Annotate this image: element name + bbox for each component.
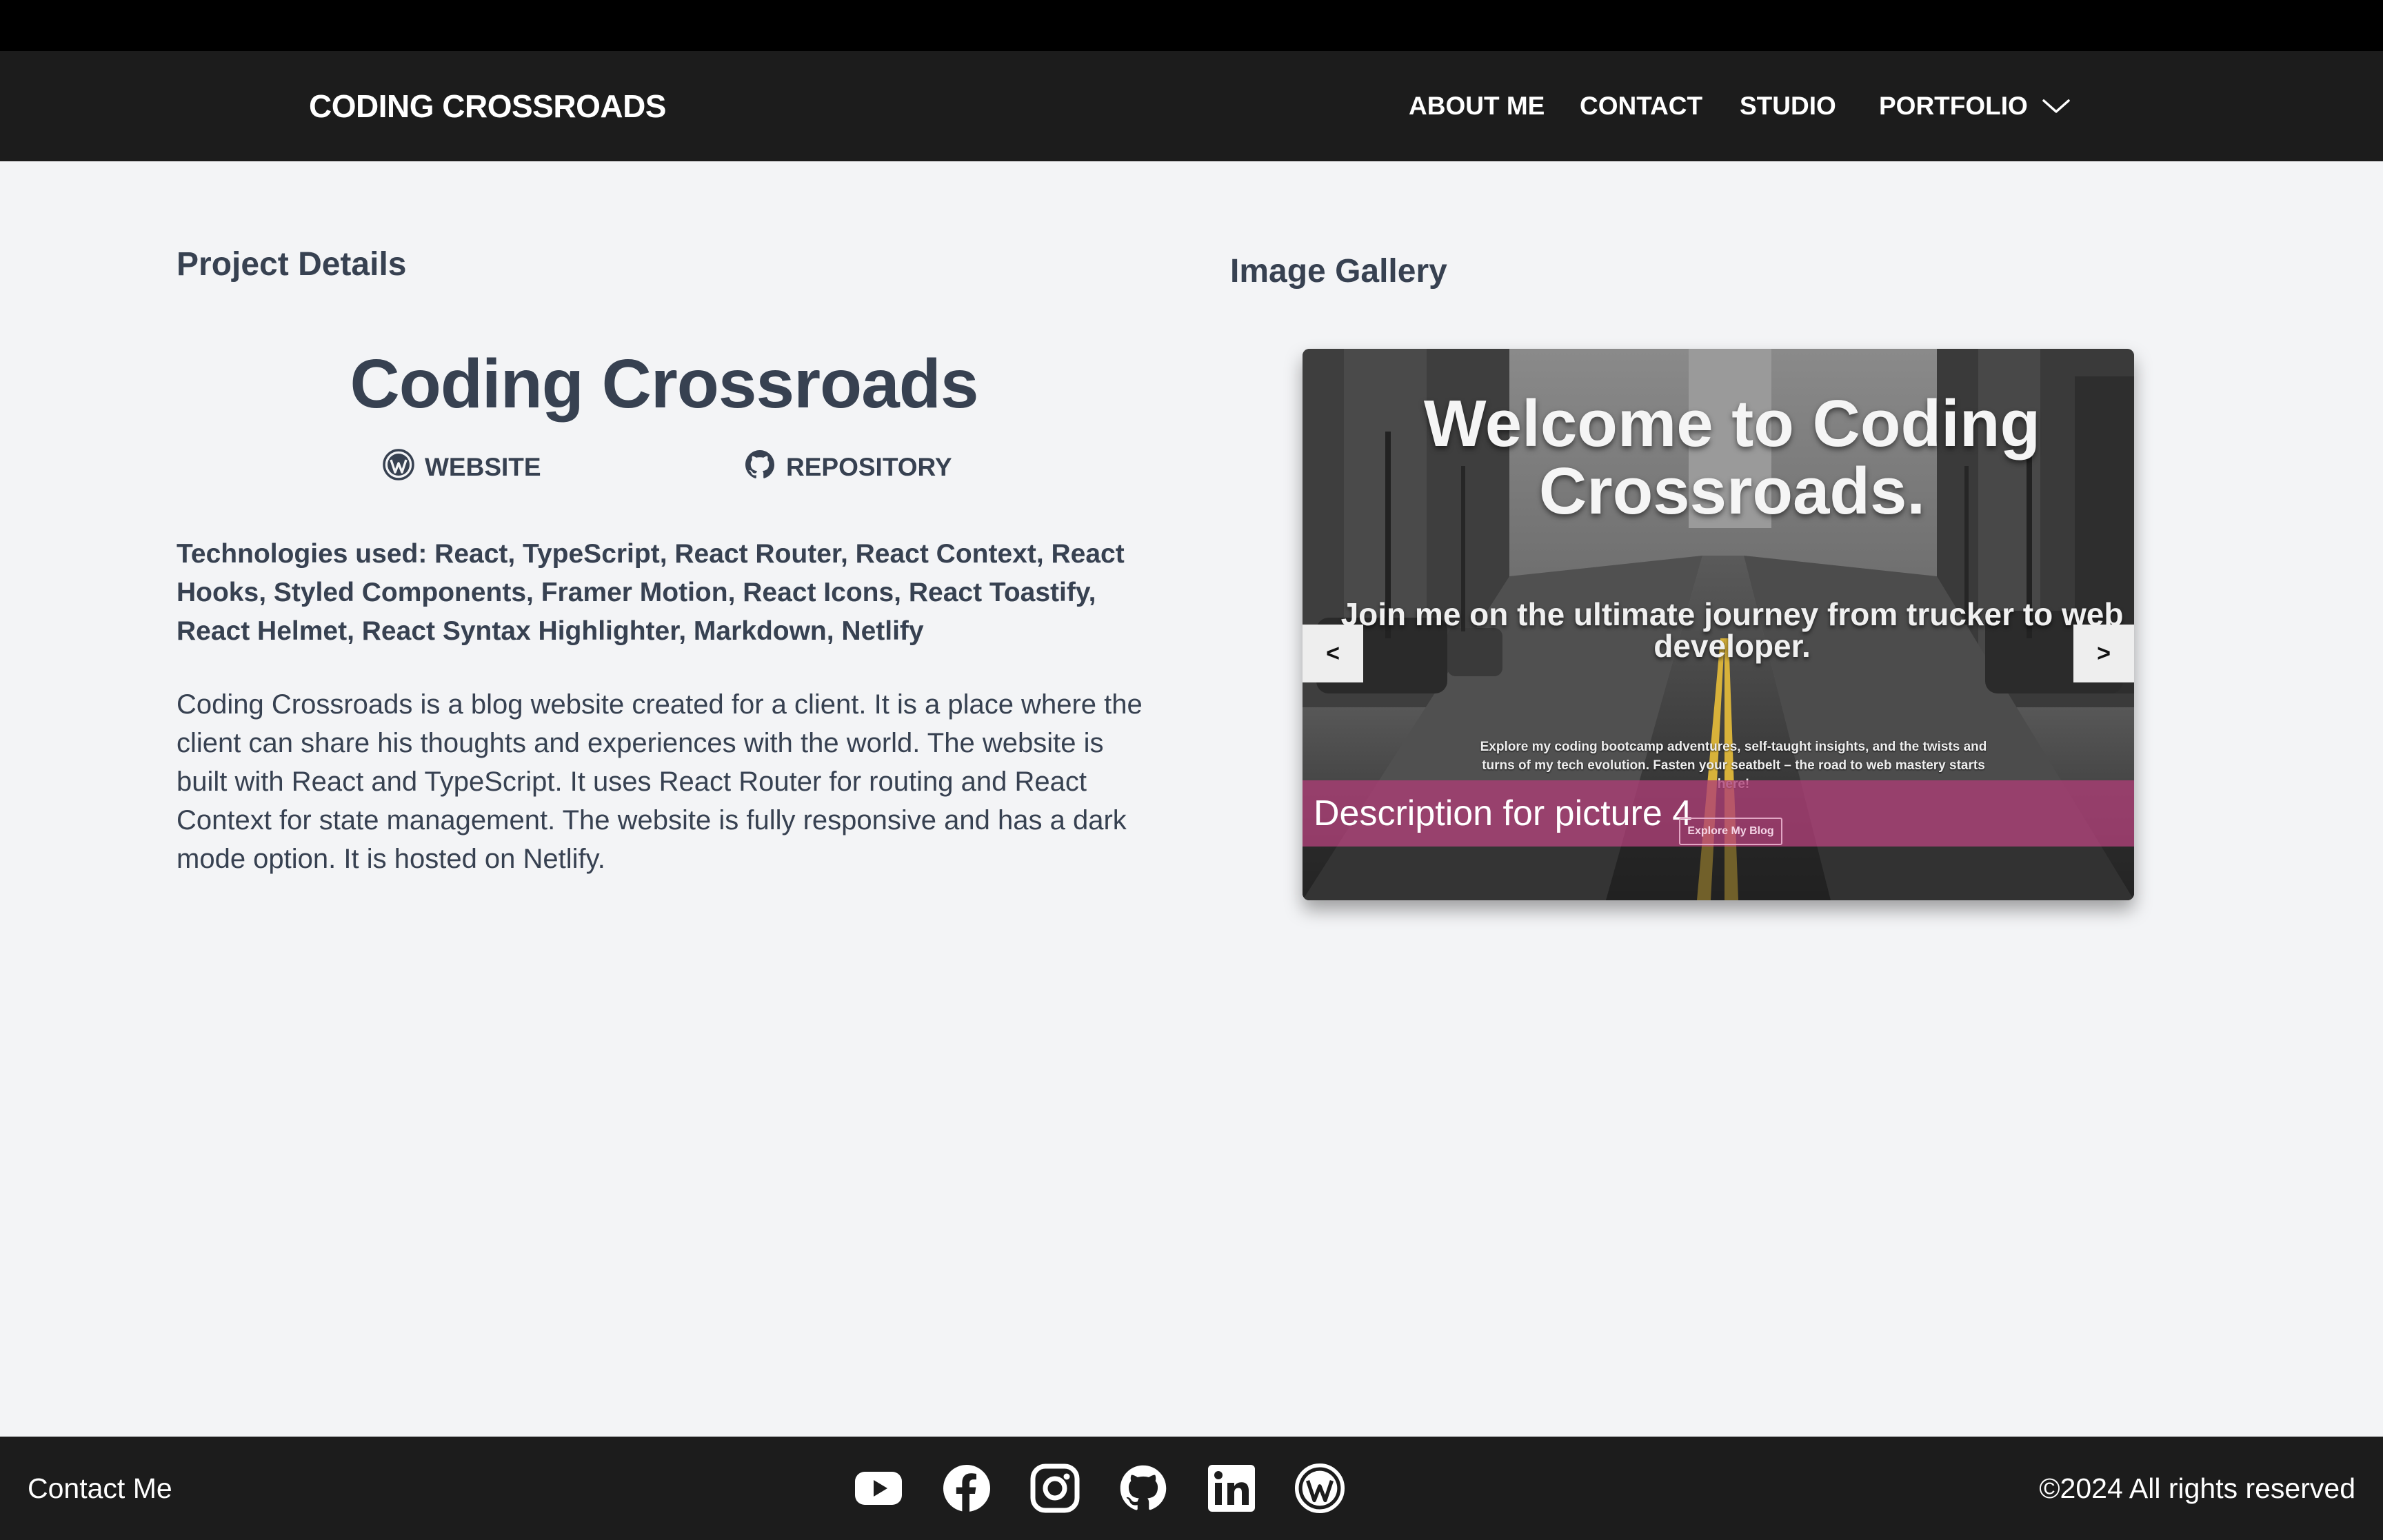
slide-title: Welcome to Coding Crossroads. [1423, 387, 2041, 528]
project-description: Coding Crossroads is a blog website crea… [177, 689, 1143, 874]
explore-blog-button[interactable]: Explore My Blog [1679, 818, 1782, 845]
website-label: WEBSITE [425, 453, 541, 481]
repository-label: REPOSITORY [786, 453, 952, 481]
chevron-down-icon[interactable] [2041, 51, 2071, 161]
technologies-used: Technologies used: React, TypeScript, Re… [177, 539, 1125, 646]
slide-subtitle: Join me on the ultimate journey from tru… [1340, 596, 2124, 664]
brand-logo[interactable]: CODING CROSSROADS [309, 51, 666, 161]
image-gallery[interactable]: Welcome to Coding Crossroads. Join me on… [1303, 349, 2134, 900]
wordpress-icon [382, 448, 415, 487]
footer-contact-link[interactable]: Contact Me [28, 1437, 172, 1540]
project-details-heading: Project Details [177, 246, 407, 283]
github-icon [743, 448, 776, 487]
github-icon[interactable] [1116, 1437, 1171, 1540]
nav-studio[interactable]: STUDIO [1740, 51, 1836, 161]
next-slide-button[interactable]: > [2073, 625, 2134, 682]
website-link[interactable]: WEBSITE [382, 448, 541, 487]
nav-about-me[interactable]: ABOUT ME [1409, 51, 1545, 161]
browser-top-strip [0, 0, 2383, 51]
wordpress-icon[interactable] [1292, 1437, 1347, 1540]
facebook-icon[interactable] [939, 1437, 994, 1540]
instagram-icon[interactable] [1027, 1437, 1083, 1540]
footer: Contact Me ©2024 All rights reserved [0, 1437, 2383, 1540]
image-gallery-heading: Image Gallery [1230, 253, 1447, 290]
linkedin-icon[interactable] [1204, 1437, 1259, 1540]
prev-slide-button[interactable]: < [1303, 625, 1363, 682]
nav-contact[interactable]: CONTACT [1580, 51, 1702, 161]
navbar: CODING CROSSROADS ABOUT ME CONTACT STUDI… [0, 51, 2383, 161]
repository-link[interactable]: REPOSITORY [743, 448, 952, 487]
copyright-text: ©2024 All rights reserved [2039, 1472, 2355, 1504]
project-title: Coding Crossroads [350, 345, 979, 423]
youtube-icon[interactable] [851, 1437, 906, 1540]
nav-portfolio[interactable]: PORTFOLIO [1879, 51, 2028, 161]
